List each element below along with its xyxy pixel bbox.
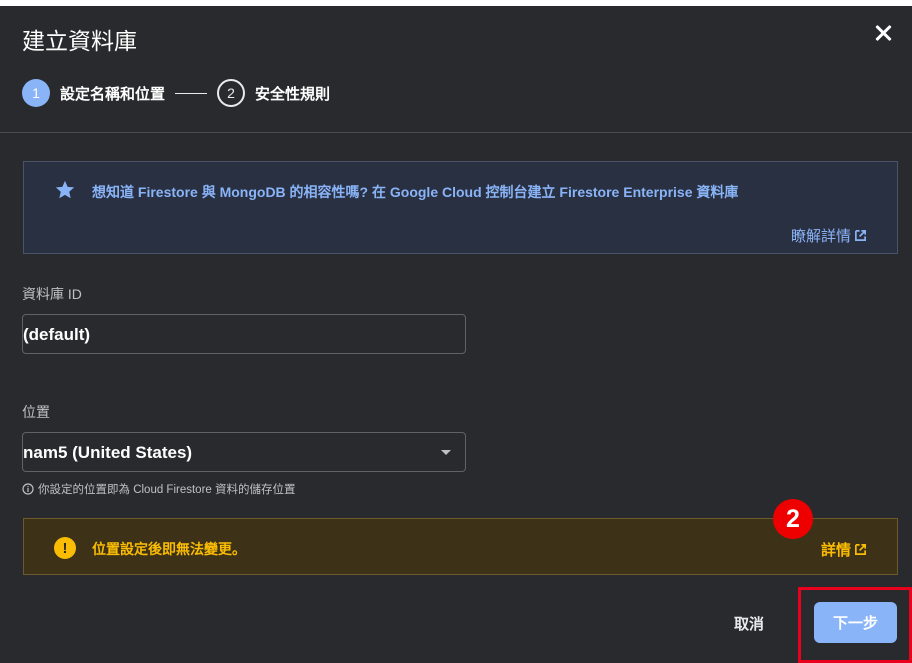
database-id-value: (default) (23, 325, 91, 344)
header-divider (0, 132, 912, 133)
chevron-down-icon (441, 450, 451, 455)
location-select[interactable]: nam5 (United States) (22, 432, 466, 472)
database-id-input[interactable]: (default) (22, 314, 466, 354)
warning-details-label: 詳情 (820, 542, 851, 559)
step-number-marker: 2 (773, 499, 813, 539)
dialog-title: 建立資料庫 (22, 28, 137, 54)
location-selected-value: nam5 (United States) (23, 443, 193, 462)
database-id-label: 資料庫 ID (22, 286, 82, 302)
info-icon (22, 483, 34, 495)
create-database-dialog: 建立資料庫 1 設定名稱和位置 2 安全性規則 想知道 Firestore 與 … (0, 6, 912, 663)
step-2-indicator: 2 (217, 79, 246, 107)
firestore-enterprise-info-banner: 想知道 Firestore 與 MongoDB 的相容性嗎? 在 Google … (23, 161, 898, 254)
stepper: 1 設定名稱和位置 2 安全性規則 (22, 79, 330, 107)
step-1-label: 設定名稱和位置 (60, 85, 166, 103)
external-link-icon (855, 230, 866, 241)
step-1-indicator: 1 (22, 79, 50, 107)
location-hint-text: 你設定的位置即為 Cloud Firestore 資料的儲存位置 (38, 484, 296, 496)
external-link-icon (855, 544, 866, 555)
location-label: 位置 (22, 404, 50, 420)
close-icon[interactable] (870, 20, 896, 46)
warning-details-link[interactable]: 詳情 (821, 539, 867, 560)
step-2-label: 安全性規則 (255, 85, 331, 103)
star-icon (55, 180, 75, 199)
warning-text: 位置設定後即無法變更。 (92, 541, 246, 557)
location-hint: 你設定的位置即為 Cloud Firestore 資料的儲存位置 (22, 481, 296, 497)
info-banner-text: 想知道 Firestore 與 MongoDB 的相容性嗎? 在 Google … (92, 184, 739, 200)
learn-more-link[interactable]: 瞭解詳情 (791, 225, 867, 246)
cancel-button[interactable]: 取消 (734, 613, 764, 634)
step-connector (175, 92, 208, 94)
next-button-highlight (798, 587, 912, 663)
learn-more-label: 瞭解詳情 (790, 228, 851, 245)
location-warning-banner: ! 位置設定後即無法變更。 詳情 (23, 518, 898, 575)
warning-icon: ! (54, 537, 76, 559)
